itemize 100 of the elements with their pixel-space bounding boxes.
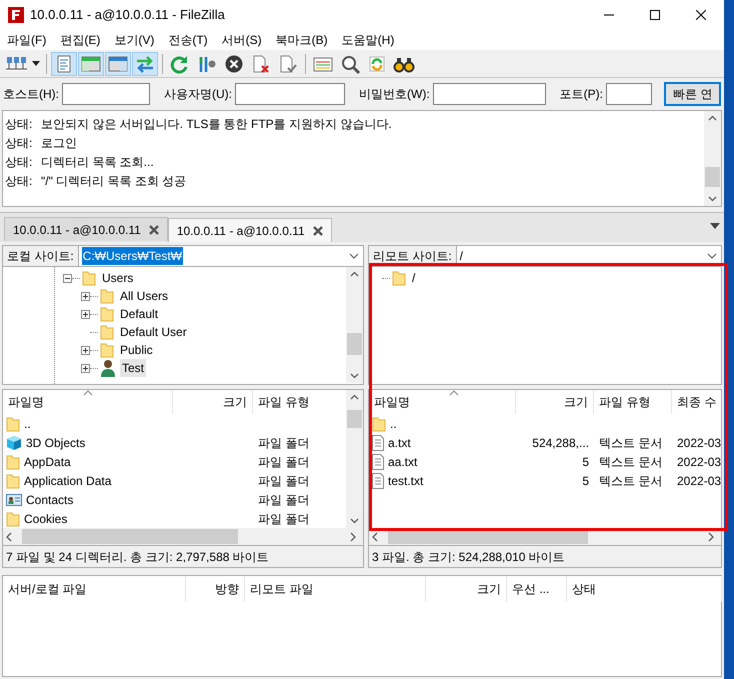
scroll-thumb[interactable] <box>705 167 720 187</box>
quickconnect-button[interactable]: 빠른 연 <box>664 82 722 106</box>
input-field[interactable] <box>606 83 652 105</box>
site-label: 로컬 사이트: <box>3 246 79 266</box>
scroll-thumb[interactable] <box>347 410 362 428</box>
folder-icon <box>100 288 114 304</box>
vertical-scrollbar[interactable] <box>704 111 721 206</box>
table-cell-text: 524,288,... <box>532 434 589 452</box>
connection-tab[interactable]: 10.0.0.11 - a@10.0.0.11 <box>4 217 168 241</box>
table-cell-text: 파일 폴더 <box>258 454 310 470</box>
status-text: 7 파일 및 24 디렉터리. 총 크기: 2,797,588 바이트 <box>6 548 269 566</box>
menu-item[interactable]: 편집(E) <box>53 31 108 49</box>
panel-icon <box>80 54 102 74</box>
search-icon <box>339 54 361 74</box>
menu-item[interactable]: 북마크(B) <box>268 31 335 49</box>
menu-item[interactable]: 서버(S) <box>214 31 269 49</box>
column-header[interactable]: 리모트 파일 <box>245 576 426 602</box>
transfer-arrows-icon <box>134 54 156 74</box>
contact-card-icon <box>6 492 22 506</box>
path-combobox[interactable]: C:₩Users₩Test₩ <box>78 246 363 266</box>
field-label: 사용자명(U): <box>164 86 232 103</box>
file-name: .. <box>390 416 397 432</box>
scroll-thumb[interactable] <box>22 529 238 544</box>
input-field[interactable] <box>62 83 150 105</box>
table-cell-text: 텍스트 문서 <box>599 454 662 470</box>
path-combobox[interactable]: / <box>456 246 721 266</box>
table-cell-text: 2022-03 <box>677 454 721 470</box>
expand-icon[interactable] <box>81 346 90 354</box>
folder-icon <box>6 472 20 488</box>
log-message: "/" 디렉터리 목록 조회 성공 <box>41 172 186 190</box>
column-header[interactable]: 최종 수 <box>672 390 721 414</box>
field-label: 포트(P): <box>560 86 603 103</box>
app-icon <box>8 7 24 23</box>
tree-item[interactable]: Default User <box>118 323 189 341</box>
file-name: Contacts <box>26 492 74 508</box>
column-header[interactable]: 크기 <box>426 576 507 602</box>
window-title: 10.0.0.11 - a@10.0.0.11 - FileZilla <box>30 6 225 24</box>
dropdown-caret-icon[interactable] <box>707 253 717 259</box>
caret-icon <box>31 61 41 66</box>
tree-item[interactable]: Test <box>120 359 146 377</box>
tree-item[interactable]: All Users <box>118 287 170 305</box>
panel-icon <box>107 54 129 74</box>
column-header[interactable]: 우선 ... <box>507 576 567 602</box>
log-label: 상태: <box>4 172 34 190</box>
file-name: Cookies <box>24 510 68 528</box>
folder-icon <box>82 270 96 286</box>
user-icon <box>100 359 116 377</box>
log-label: 상태: <box>4 134 34 152</box>
table-cell-text: 2022-03 <box>677 472 721 490</box>
vertical-scrollbar[interactable] <box>346 267 363 383</box>
menu-item[interactable]: 도움말(H) <box>334 31 402 49</box>
horizontal-scrollbar[interactable] <box>3 528 363 545</box>
log-message: 보안되지 않은 서버입니다. TLS를 통한 FTP를 지원하지 않습니다. <box>41 116 392 132</box>
sort-ascending-icon[interactable] <box>83 390 93 396</box>
tab-menu-icon[interactable] <box>710 223 720 229</box>
tree-item[interactable]: Public <box>118 341 155 359</box>
close-tab-icon[interactable] <box>148 224 159 234</box>
folder-icon <box>100 324 114 340</box>
sort-ascending-icon[interactable] <box>449 390 459 396</box>
column-header[interactable]: 방향 <box>186 576 245 602</box>
menu-item[interactable]: 전송(T) <box>161 31 215 49</box>
column-header[interactable]: 서버/로컬 파일 <box>3 576 186 602</box>
table-cell-text: 파일 폴더 <box>258 492 310 508</box>
input-field[interactable] <box>235 83 345 105</box>
file-name: .. <box>24 416 31 432</box>
expand-icon[interactable] <box>81 292 90 300</box>
vertical-scrollbar[interactable] <box>346 390 363 528</box>
close-tab-icon[interactable] <box>312 226 323 236</box>
tree-item[interactable]: / <box>410 269 418 287</box>
dropdown-caret-icon[interactable] <box>349 253 359 259</box>
connection-tab[interactable]: 10.0.0.11 - a@10.0.0.11 <box>168 218 332 242</box>
expand-icon[interactable] <box>81 364 90 372</box>
log-message: 디렉터리 목록 조회... <box>41 154 154 170</box>
table-cell-text: 5 <box>582 472 589 490</box>
column-header[interactable]: 파일명 <box>369 390 516 414</box>
column-header[interactable]: 크기 <box>173 390 253 414</box>
scroll-thumb[interactable] <box>347 333 362 355</box>
tree-item[interactable]: Default <box>118 305 160 323</box>
status-text: 3 파일. 총 크기: 524,288,010 바이트 <box>372 548 565 566</box>
column-header[interactable]: 파일명 <box>3 390 173 414</box>
column-header[interactable]: 크기 <box>516 390 594 414</box>
collapse-icon[interactable] <box>63 274 72 282</box>
close-icon <box>696 10 706 20</box>
file-name: aa.txt <box>388 454 418 470</box>
menu-item[interactable]: 파일(F) <box>0 31 54 49</box>
log-label: 상태: <box>4 154 34 170</box>
column-header[interactable]: 상태 <box>567 576 722 602</box>
expand-icon[interactable] <box>81 310 90 318</box>
table-cell-text: 파일 폴더 <box>258 510 310 528</box>
input-field[interactable] <box>432 83 546 105</box>
file-name: a.txt <box>388 434 411 452</box>
column-header[interactable]: 파일 유형 <box>594 390 672 414</box>
folder-icon <box>6 454 20 470</box>
maximize-icon <box>650 10 660 20</box>
table-cell-text: 텍스트 문서 <box>599 434 662 452</box>
menu-item[interactable]: 보기(V) <box>107 31 162 49</box>
folder-icon <box>100 306 114 322</box>
folder-icon <box>100 342 114 358</box>
table-cell-text: 텍스트 문서 <box>599 472 662 490</box>
tree-item[interactable]: Users <box>100 269 136 287</box>
